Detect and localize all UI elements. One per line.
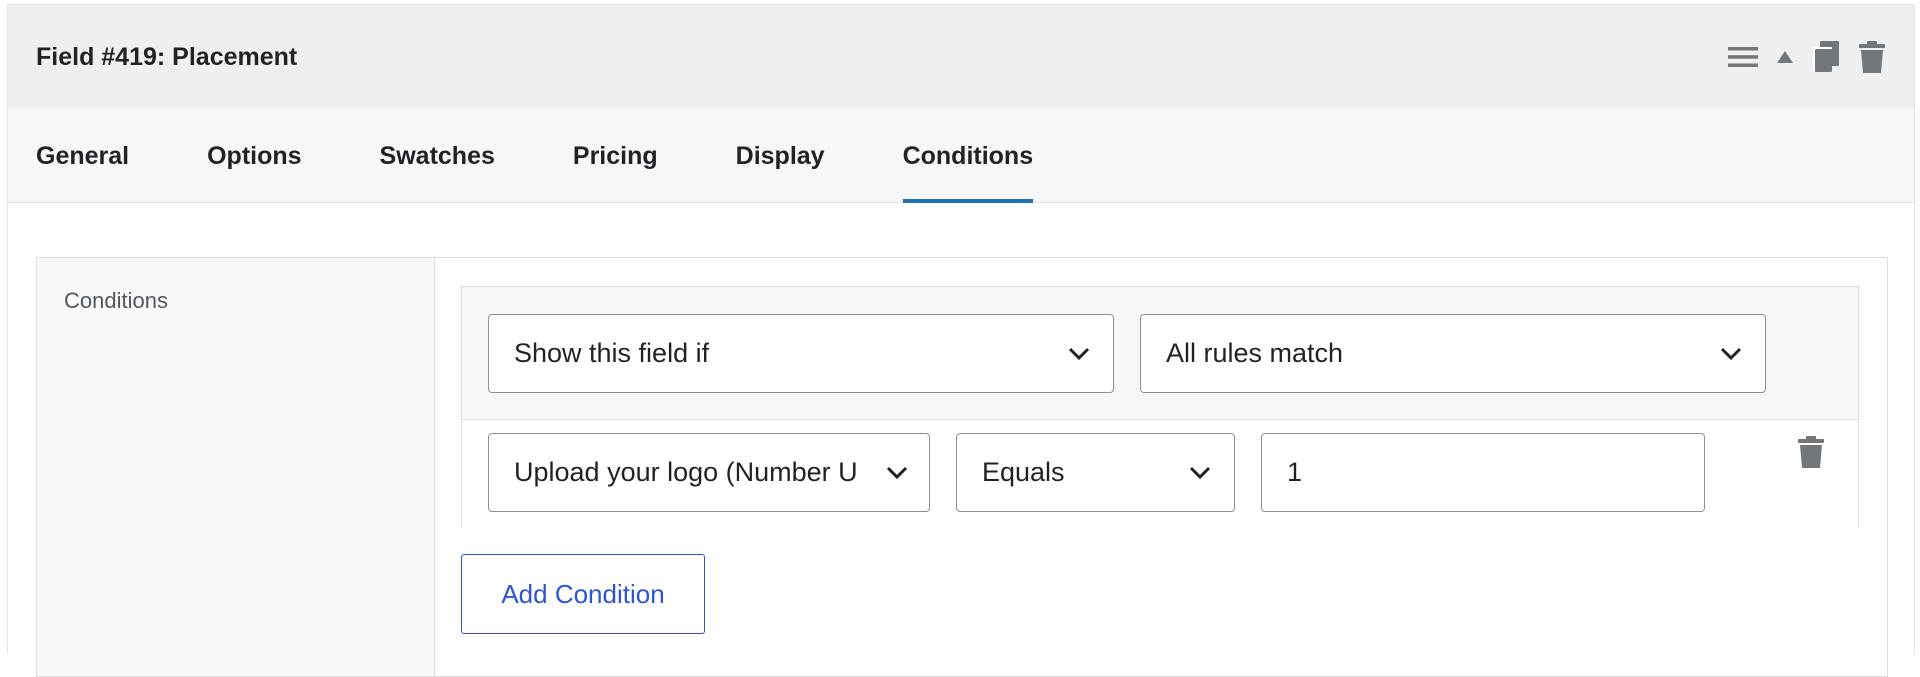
- add-condition-button[interactable]: Add Condition: [461, 554, 705, 634]
- field-panel: Field #419: Placement General Options Sw…: [7, 4, 1915, 677]
- tab-general[interactable]: General: [36, 108, 129, 202]
- tab-options[interactable]: Options: [207, 108, 301, 202]
- collapse-arrow-icon[interactable]: [1776, 50, 1794, 64]
- conditions-label: Conditions: [64, 288, 168, 313]
- rule-operator-select-value: Equals: [982, 457, 1065, 487]
- rules-box: Show this field if All rules match Uploa…: [461, 286, 1859, 528]
- tab-content: Conditions Show this field if All rules …: [8, 203, 1914, 677]
- rule-operator-select[interactable]: Equals: [956, 433, 1235, 512]
- match-select-value: All rules match: [1166, 338, 1344, 368]
- trash-icon[interactable]: [1858, 41, 1886, 73]
- rule-value-text: 1: [1287, 457, 1303, 487]
- conditions-table: Conditions Show this field if All rules …: [36, 257, 1888, 677]
- rule-field-select[interactable]: Upload your logo (Number U: [488, 433, 930, 512]
- rules-header: Show this field if All rules match: [462, 287, 1858, 420]
- condition-rule-row: Upload your logo (Number U Equals 1: [462, 420, 1858, 528]
- chevron-down-icon: [1189, 466, 1211, 480]
- panel-title: Field #419: Placement: [36, 42, 298, 71]
- duplicate-icon[interactable]: [1812, 41, 1840, 73]
- menu-icon[interactable]: [1728, 45, 1758, 69]
- tab-conditions[interactable]: Conditions: [902, 108, 1033, 203]
- tab-display[interactable]: Display: [736, 108, 825, 202]
- visibility-select-value: Show this field if: [514, 338, 710, 368]
- rule-value-input[interactable]: 1: [1261, 433, 1705, 512]
- conditions-label-column: Conditions: [37, 258, 435, 676]
- tab-pricing[interactable]: Pricing: [573, 108, 658, 202]
- chevron-down-icon: [1720, 347, 1742, 361]
- tab-bar: General Options Swatches Pricing Display…: [8, 109, 1914, 203]
- chevron-down-icon: [1068, 347, 1090, 361]
- panel-header: Field #419: Placement: [8, 5, 1914, 109]
- chevron-down-icon: [886, 466, 908, 480]
- visibility-select[interactable]: Show this field if: [488, 314, 1114, 393]
- tab-swatches[interactable]: Swatches: [380, 108, 495, 202]
- rule-field-select-value: Upload your logo (Number U: [514, 457, 858, 487]
- header-actions: [1728, 5, 1886, 109]
- match-select[interactable]: All rules match: [1140, 314, 1766, 393]
- remove-rule-trash-icon[interactable]: [1798, 436, 1824, 473]
